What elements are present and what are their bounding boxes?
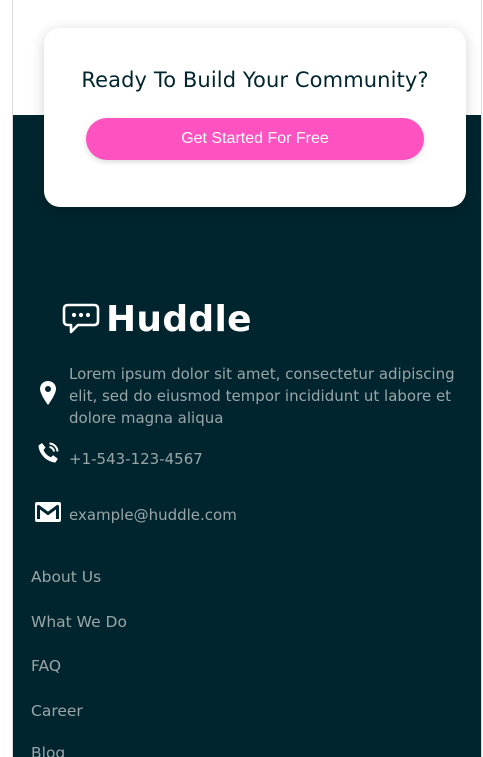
footer-link-faq[interactable]: FAQ <box>31 657 61 675</box>
footer-logo[interactable]: Huddle <box>62 298 252 340</box>
cta-title: Ready To Build Your Community? <box>81 68 429 92</box>
phone-icon <box>38 442 59 463</box>
phone-text[interactable]: +1-543-123-4567 <box>69 440 203 470</box>
contact-email: example@huddle.com <box>31 496 475 526</box>
contact-address: Lorem ipsum dolor sit amet, consectetur … <box>31 363 475 429</box>
location-pin-icon <box>40 381 56 405</box>
chat-bubble-icon <box>62 303 100 334</box>
page-frame: Ready To Build Your Community? Get Start… <box>12 0 482 757</box>
site-footer <box>13 115 481 757</box>
footer-link-career[interactable]: Career <box>31 702 83 720</box>
get-started-button[interactable]: Get Started For Free <box>86 118 424 160</box>
cta-card: Ready To Build Your Community? Get Start… <box>44 28 466 207</box>
contact-phone: +1-543-123-4567 <box>31 440 475 470</box>
brand-name: Huddle <box>106 298 252 340</box>
footer-link-blog[interactable]: Blog <box>31 744 65 757</box>
footer-link-what-we-do[interactable]: What We Do <box>31 613 127 631</box>
footer-link-about-us[interactable]: About Us <box>31 568 101 586</box>
mail-icon <box>35 502 61 522</box>
address-text: Lorem ipsum dolor sit amet, consectetur … <box>69 365 455 427</box>
email-text[interactable]: example@huddle.com <box>69 496 237 526</box>
